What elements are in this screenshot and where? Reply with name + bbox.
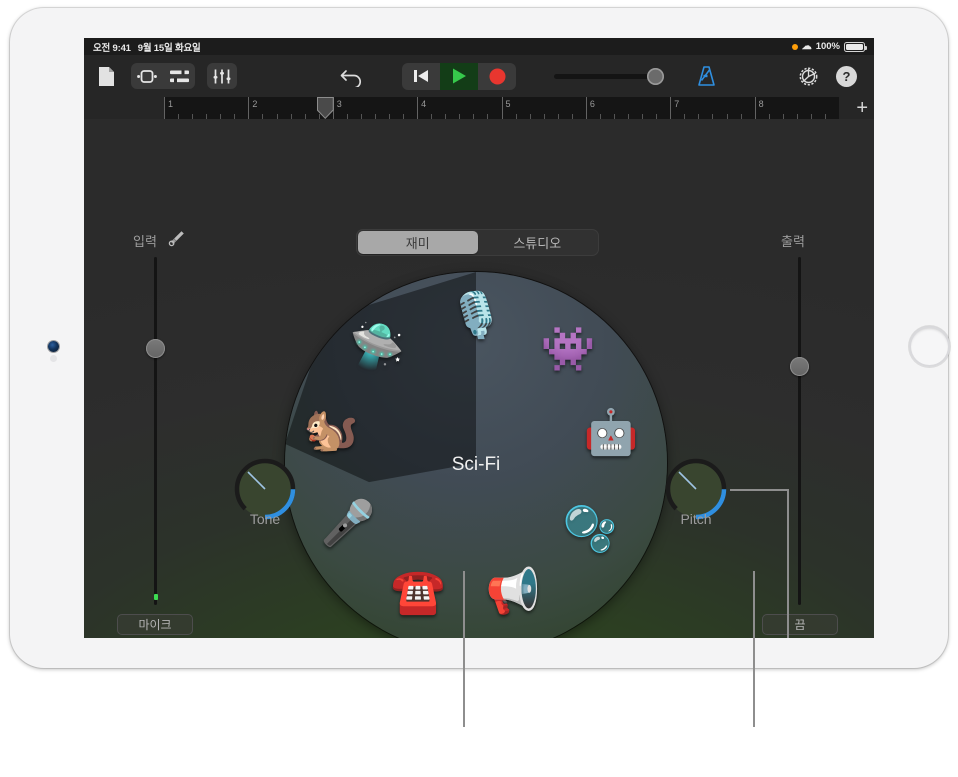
output-level-slider[interactable] xyxy=(798,257,801,605)
ruler-bar-tick xyxy=(502,97,503,119)
segment-studio[interactable]: 스튜디오 xyxy=(478,231,598,254)
garageband-app-screen: 오전 9:41 9월 15일 화요일 ☁ 100% xyxy=(84,38,874,638)
timeline-ruler[interactable]: 1 2 3 4 5 6 7 8 xyxy=(164,97,839,119)
callout-line-wheel xyxy=(463,571,465,727)
metronome-icon xyxy=(697,66,716,86)
segment-fun[interactable]: 재미 xyxy=(358,231,478,254)
ruler-bar-number: 3 xyxy=(337,99,342,109)
rewind-icon xyxy=(413,69,429,83)
ruler-bar-tick xyxy=(248,97,249,119)
monitor-chip[interactable]: 끔 xyxy=(762,614,838,635)
input-label: 입력 xyxy=(133,231,157,250)
callout-line-pitch-vertical-inner xyxy=(787,489,789,638)
transport-controls xyxy=(402,63,516,90)
ruler-bar-tick xyxy=(164,97,165,119)
master-volume-slider[interactable] xyxy=(554,74,662,79)
output-label: 출력 xyxy=(781,231,805,250)
ruler-bar-number: 4 xyxy=(421,99,426,109)
studio-microphone-icon[interactable]: 🎙️ xyxy=(446,286,506,346)
vocal-effects-wheel[interactable]: Sci-Fi 🎙️ 👾 🤖 🫧 📢 ☎️ 🎤 🐿️ 🛸 xyxy=(285,272,667,638)
input-level-slider[interactable] xyxy=(154,257,157,605)
view-toggle-group xyxy=(131,63,195,89)
ruler-bar-number: 1 xyxy=(168,99,173,109)
timeline-ruler-row: 1 2 3 4 5 6 7 8 + xyxy=(84,97,874,119)
megaphone-icon[interactable]: 📢 xyxy=(483,562,543,622)
ruler-bar-number: 6 xyxy=(590,99,595,109)
monster-icon[interactable]: 👾 xyxy=(538,320,598,380)
undo-icon xyxy=(340,66,364,87)
track-view-button[interactable] xyxy=(131,63,163,89)
record-button[interactable] xyxy=(478,63,516,90)
callout-line-pitch-horizontal xyxy=(730,489,788,491)
input-level-knob[interactable] xyxy=(146,339,165,358)
undo-button[interactable] xyxy=(340,66,364,87)
record-icon xyxy=(489,68,506,85)
main-toolbar: ? xyxy=(84,55,874,97)
play-button[interactable] xyxy=(440,63,478,90)
status-bar-left: 오전 9:41 9월 15일 화요일 xyxy=(93,40,201,54)
telephone-icon[interactable]: ☎️ xyxy=(388,562,448,622)
channel-chip[interactable]: 마이크 xyxy=(117,614,193,635)
output-level-knob[interactable] xyxy=(790,357,809,376)
main-workspace: 재미 스튜디오 입력 마이크 채널 출력 끔 모니터 Sci-Fi 🎙️ xyxy=(84,119,874,638)
preset-category-segmented-control: 재미 스튜디오 xyxy=(356,229,599,256)
fx-sliders-icon xyxy=(213,69,231,84)
mixer-button[interactable] xyxy=(163,63,195,89)
ruler-bar-tick xyxy=(670,97,671,119)
master-volume-knob[interactable] xyxy=(647,68,664,85)
browser-button[interactable] xyxy=(98,66,115,87)
ufo-icon[interactable]: 🛸 xyxy=(347,317,407,377)
help-button[interactable]: ? xyxy=(836,66,857,87)
ruler-bar-number: 2 xyxy=(252,99,257,109)
bubbles-icon[interactable]: 🫧 xyxy=(560,500,620,560)
callout-line-pitch xyxy=(753,571,755,727)
play-icon xyxy=(452,68,467,84)
wifi-icon: ☁ xyxy=(802,42,812,52)
ruler-bar-number: 8 xyxy=(759,99,764,109)
ios-status-bar: 오전 9:41 9월 15일 화요일 ☁ 100% xyxy=(84,38,874,55)
ruler-bar-tick xyxy=(755,97,756,119)
tone-knob[interactable]: Tone xyxy=(231,455,299,535)
battery-full-icon xyxy=(844,42,865,52)
instrument-cable-icon[interactable] xyxy=(168,229,186,252)
metronome-button[interactable] xyxy=(697,66,716,86)
robot-icon[interactable]: 🤖 xyxy=(581,403,641,463)
battery-percent: 100% xyxy=(816,41,840,52)
status-date: 9월 15일 화요일 xyxy=(138,40,201,54)
mixer-icon xyxy=(170,70,189,83)
mic-in-use-indicator-icon xyxy=(792,44,798,50)
squirrel-icon[interactable]: 🐿️ xyxy=(301,400,361,460)
ruler-bar-number: 7 xyxy=(674,99,679,109)
settings-button[interactable] xyxy=(798,66,819,87)
front-camera-icon xyxy=(48,341,59,352)
tone-knob-label: Tone xyxy=(231,511,299,527)
fx-button[interactable] xyxy=(207,63,237,89)
pitch-knob-label: Pitch xyxy=(662,511,730,527)
ambient-light-sensor-icon xyxy=(50,355,57,362)
status-bar-right: ☁ 100% xyxy=(792,41,865,52)
ruler-bar-tick xyxy=(586,97,587,119)
pitch-knob[interactable]: Pitch xyxy=(662,455,730,535)
status-time: 오전 9:41 xyxy=(93,40,131,54)
document-icon xyxy=(98,66,115,87)
track-view-icon xyxy=(137,70,157,83)
ruler-bar-tick xyxy=(417,97,418,119)
ruler-bar-number: 5 xyxy=(506,99,511,109)
rewind-button[interactable] xyxy=(402,63,440,90)
gear-icon xyxy=(798,66,819,87)
input-level-led xyxy=(154,594,158,600)
add-track-button[interactable]: + xyxy=(856,98,868,118)
home-button[interactable] xyxy=(909,326,950,367)
handheld-microphone-icon[interactable]: 🎤 xyxy=(318,494,378,554)
